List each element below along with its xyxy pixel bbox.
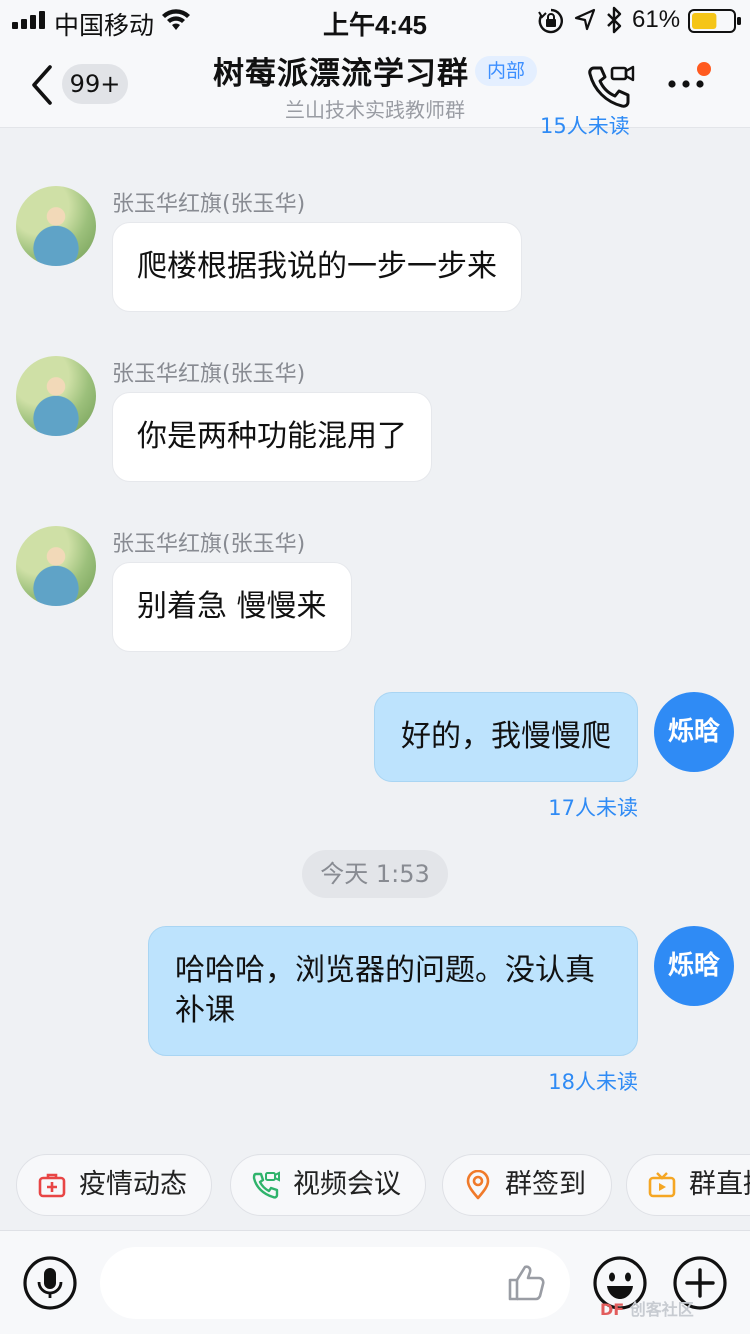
battery-icon [688, 9, 741, 33]
quick-action-label: 群签到 [505, 1169, 586, 1200]
video-call-icon[interactable] [586, 62, 638, 110]
outgoing-message[interactable]: 好的，我慢慢爬 [374, 692, 638, 782]
sender-avatar[interactable] [16, 526, 96, 606]
quick-actions-bar: 疫情动态 视频会议 群签到 群直播 [0, 1148, 750, 1224]
video-phone-icon [252, 1171, 280, 1199]
my-avatar[interactable]: 烁晗 [654, 926, 734, 1006]
incoming-message[interactable]: 爬楼根据我说的一步一步来 [112, 222, 522, 312]
watermark-text: 创客社区 [629, 1300, 694, 1319]
message-input[interactable] [100, 1247, 570, 1319]
quick-action-checkin[interactable]: 群签到 [442, 1154, 612, 1216]
bluetooth-icon [607, 6, 622, 34]
status-bar: 中国移动 上午4:45 61% [0, 0, 750, 40]
quick-action-label: 疫情动态 [79, 1169, 187, 1200]
quick-action-label: 视频会议 [293, 1169, 401, 1200]
microphone-icon[interactable] [22, 1255, 78, 1311]
thumbs-up-icon[interactable] [506, 1263, 546, 1303]
my-avatar[interactable]: 烁晗 [654, 692, 734, 772]
orientation-lock-icon [538, 8, 563, 34]
quick-action-video-meeting[interactable]: 视频会议 [230, 1154, 426, 1216]
chat-header: 99+ 树莓派漂流学习群 内部 兰山技术实践教师群 [0, 40, 750, 128]
more-icon[interactable] [664, 62, 712, 102]
location-arrow-icon [574, 8, 596, 31]
sender-avatar[interactable] [16, 186, 96, 266]
watermark-brand: DF [600, 1300, 625, 1319]
internal-tag: 内部 [474, 55, 537, 86]
sender-name: 张玉华红旗(张玉华) [112, 532, 306, 557]
tv-icon [648, 1172, 676, 1198]
time-divider: 今天 1:53 [302, 850, 448, 898]
sender-name: 张玉华红旗(张玉华) [112, 192, 306, 217]
sender-avatar[interactable] [16, 356, 96, 436]
location-pin-icon [466, 1170, 490, 1200]
sender-name: 张玉华红旗(张玉华) [112, 362, 306, 387]
watermark: DF 创客社区 [600, 1296, 694, 1320]
read-count[interactable]: 18人未读 [548, 1066, 638, 1096]
incoming-message[interactable]: 别着急 慢慢来 [112, 562, 352, 652]
quick-action-live[interactable]: 群直播 [626, 1154, 750, 1216]
battery-percent: 61% [632, 6, 681, 33]
quick-action-epidemic[interactable]: 疫情动态 [16, 1154, 212, 1216]
quick-action-label: 群直播 [689, 1169, 750, 1200]
group-title: 树莓派漂流学习群 [212, 56, 469, 92]
incoming-message[interactable]: 你是两种功能混用了 [112, 392, 432, 482]
outgoing-message[interactable]: 哈哈哈，浏览器的问题。没认真补课 [148, 926, 638, 1056]
read-count[interactable]: 17人未读 [548, 792, 638, 822]
medical-kit-icon [38, 1173, 66, 1198]
